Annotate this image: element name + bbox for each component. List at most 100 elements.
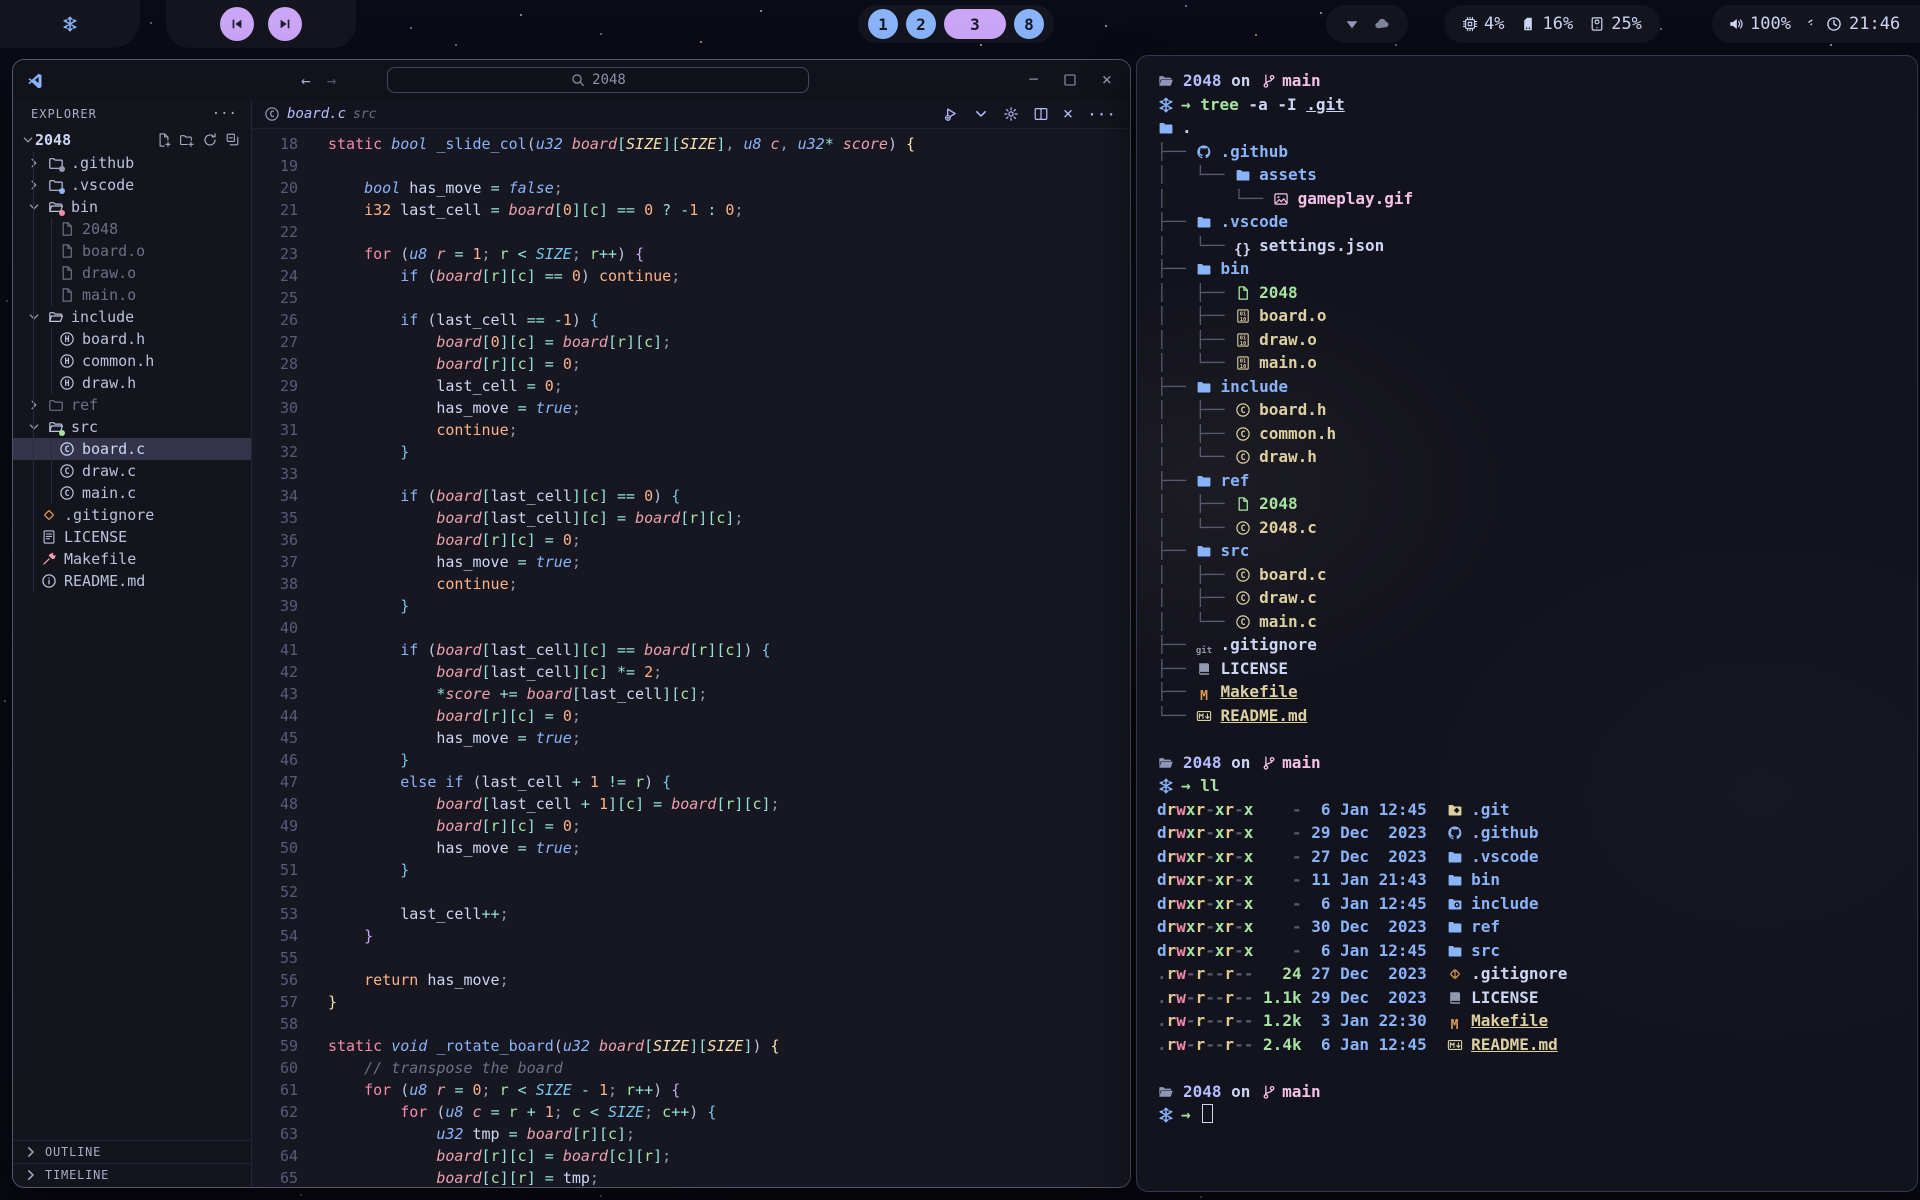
explorer-item-label: draw.h	[82, 374, 136, 392]
code-line: 60 // transpose the board	[252, 1057, 1130, 1079]
skip-forward-button[interactable]	[268, 7, 302, 41]
code-line: 58	[252, 1013, 1130, 1035]
line-number: 58	[252, 1013, 298, 1035]
code-line: 20 bool has_move = false;	[252, 177, 1130, 199]
code-line: 36 board[r][c] = 0;	[252, 529, 1130, 551]
folder-fill-icon	[1196, 379, 1213, 395]
new-folder-icon[interactable]	[179, 132, 195, 148]
svg-text:10: 10	[1239, 317, 1246, 323]
workspace-1[interactable]: 1	[868, 9, 898, 39]
explorer-item-board.h[interactable]: Hboard.h	[13, 328, 251, 350]
explorer-item-draw.c[interactable]: Cdraw.c	[13, 460, 251, 482]
terminal-window[interactable]: 2048 on main→ tree -a -I .git.├── .githu…	[1136, 55, 1918, 1192]
code-line: 63 u32 tmp = board[r][c];	[252, 1123, 1130, 1145]
refresh-icon[interactable]	[202, 132, 218, 148]
explorer-item-bin[interactable]: bin	[13, 196, 251, 218]
weather-indicator[interactable]	[1326, 5, 1408, 43]
h-circle-icon: H	[59, 375, 75, 391]
root-folder-label: 2048	[35, 131, 71, 149]
new-file-icon[interactable]	[156, 132, 172, 148]
explorer-item-main.o[interactable]: main.o	[13, 284, 251, 306]
vscode-titlebar[interactable]: ← → 2048 ─ ×	[13, 60, 1130, 100]
explorer-more-button[interactable]: ···	[212, 106, 237, 122]
chev-right-icon	[27, 397, 41, 413]
explorer-item-README.md[interactable]: README.md	[13, 570, 251, 592]
close-button[interactable]: ×	[1102, 70, 1112, 90]
explorer-item-label: Makefile	[64, 550, 136, 568]
explorer-item-.vscode[interactable]: .vscode	[13, 174, 251, 196]
file-icon	[59, 243, 75, 259]
explorer-item-draw.o[interactable]: draw.o	[13, 262, 251, 284]
nav-back-button[interactable]: ←	[301, 71, 311, 90]
line-number: 31	[252, 419, 298, 441]
launcher-button[interactable]	[0, 0, 140, 48]
explorer-item-.github[interactable]: .github	[13, 152, 251, 174]
explorer-item-src[interactable]: src	[13, 416, 251, 438]
code-line: 43 *score += board[last_cell][c];	[252, 683, 1130, 705]
explorer-item-main.c[interactable]: Cmain.c	[13, 482, 251, 504]
code-line: 22	[252, 221, 1130, 243]
explorer-item-ref[interactable]: ref	[13, 394, 251, 416]
explorer-item-label: draw.c	[82, 462, 136, 480]
clock[interactable]: 21:46	[1812, 5, 1920, 43]
code-editor[interactable]: 18static bool _slide_col(u32 board[SIZE]…	[252, 129, 1130, 1186]
code-line: 25	[252, 287, 1130, 309]
chev-down-icon[interactable]	[973, 106, 989, 122]
more-actions-button[interactable]: ···	[1087, 105, 1116, 124]
command-center-search[interactable]: 2048	[387, 67, 809, 93]
nav-forward-button[interactable]: →	[327, 71, 337, 90]
code-line: 23 for (u8 r = 1; r < SIZE; r++) {	[252, 243, 1130, 265]
code-line: 61 for (u8 r = 0; r < SIZE - 1; r++) {	[252, 1079, 1130, 1101]
workspace-8[interactable]: 8	[1014, 9, 1044, 39]
c-circle-icon: C	[59, 485, 75, 501]
code-line: 51 }	[252, 859, 1130, 881]
run-icon[interactable]	[943, 106, 959, 122]
markdown-icon	[1446, 1037, 1463, 1053]
explorer-item-Makefile[interactable]: Makefile	[13, 548, 251, 570]
line-number: 46	[252, 749, 298, 771]
braces-icon: {}	[1234, 243, 1251, 257]
workspace-switcher: 1238	[858, 5, 1054, 43]
explorer-item-draw.h[interactable]: Hdraw.h	[13, 372, 251, 394]
split-editor-icon[interactable]	[1033, 106, 1049, 122]
skip-back-button[interactable]	[220, 7, 254, 41]
folder-fill-icon	[1196, 214, 1213, 230]
gear-icon[interactable]	[1003, 106, 1019, 122]
line-number: 22	[252, 221, 298, 243]
workspace-2[interactable]: 2	[906, 9, 936, 39]
volume-control[interactable]: 100%	[1728, 14, 1791, 34]
explorer-item-include[interactable]: include	[13, 306, 251, 328]
explorer-item-LICENSE[interactable]: LICENSE	[13, 526, 251, 548]
minimize-button[interactable]: ─	[1029, 72, 1037, 88]
explorer-item-2048[interactable]: 2048	[13, 218, 251, 240]
explorer-item-board.o[interactable]: board.o	[13, 240, 251, 262]
timeline-section[interactable]: TIMELINE	[13, 1163, 251, 1186]
tools-icon	[41, 551, 57, 567]
svg-text:C: C	[64, 489, 69, 499]
collapse-all-icon[interactable]	[225, 132, 241, 148]
explorer-item-board.c[interactable]: Cboard.c	[13, 438, 251, 460]
tab-board-c[interactable]: C board.c src	[264, 106, 377, 122]
svg-text:C: C	[1240, 453, 1245, 463]
line-number: 50	[252, 837, 298, 859]
git-branch-icon-icon	[1260, 73, 1277, 89]
explorer-root-folder[interactable]: 2048	[13, 128, 251, 152]
close-editor-button[interactable]: ×	[1063, 104, 1073, 124]
chev-down-icon	[27, 419, 41, 435]
editor-pane: C board.c src × ··· 18static bool _slide_…	[252, 100, 1130, 1186]
nix-snowflake-icon	[55, 9, 85, 39]
c-circle-icon: C	[59, 463, 75, 479]
m-letter-icon: M	[1446, 1019, 1463, 1032]
outline-section[interactable]: OUTLINE	[13, 1140, 251, 1163]
c-circle-icon: C	[1234, 520, 1251, 536]
explorer-item-common.h[interactable]: Hcommon.h	[13, 350, 251, 372]
explorer-item-.gitignore[interactable]: .gitignore	[13, 504, 251, 526]
workspace-3[interactable]: 3	[944, 9, 1006, 39]
terminal-line: │ ├── Cboard.h	[1157, 398, 1909, 422]
explorer-item-label: src	[71, 418, 98, 436]
terminal-ll-row: drwxr-xr-x - 6 Jan 12:45 src	[1157, 939, 1909, 963]
line-number: 65	[252, 1167, 298, 1186]
file-icon	[59, 287, 75, 303]
maximize-button[interactable]	[1062, 72, 1078, 88]
terminal-ll-row: .rw-r--r-- 24 27 Dec 2023 .gitignore	[1157, 962, 1909, 986]
